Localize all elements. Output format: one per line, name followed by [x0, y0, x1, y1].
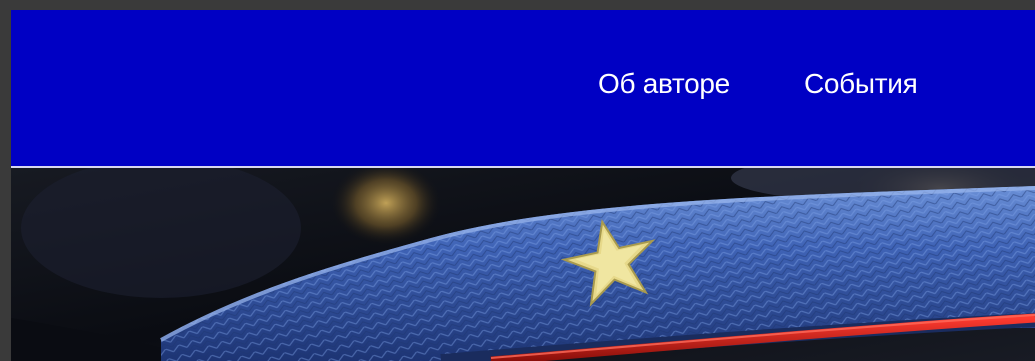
- hero-image: [11, 168, 1035, 361]
- page-viewport: Об авторе События: [11, 10, 1035, 361]
- epaulette-photo: [11, 168, 1035, 361]
- nav-link-events[interactable]: События: [804, 68, 918, 100]
- nav-link-about-author[interactable]: Об авторе: [598, 68, 730, 100]
- window-corner: [935, 0, 1035, 10]
- site-header: Об авторе События: [11, 10, 1035, 166]
- main-navigation: Об авторе События: [598, 68, 918, 100]
- window-frame: Об авторе События: [0, 0, 1035, 361]
